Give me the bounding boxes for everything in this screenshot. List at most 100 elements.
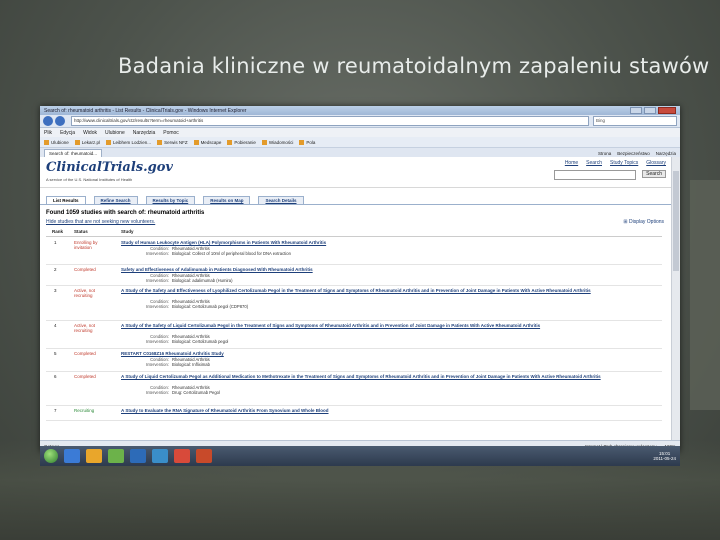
- row-study-link[interactable]: A Study of Liquid Certolizumab Pegol as …: [121, 374, 661, 379]
- favorite-item[interactable]: Wiadomości: [261, 139, 293, 145]
- intervention-label: Intervention:: [145, 339, 169, 344]
- favorite-item[interactable]: Serwis NFZ: [157, 139, 188, 145]
- col-rank: Rank: [52, 229, 64, 234]
- row-status: Active, not recruiting: [74, 288, 96, 298]
- row-study-link[interactable]: A Study of the Safety of Liquid Certoliz…: [121, 323, 661, 328]
- menu-bar: Plik Edycja Widok Ulubione Narzędzia Pom…: [40, 128, 680, 137]
- row-intervention: Intervention: Biological: Infliximab: [141, 362, 210, 367]
- row-intervention: Intervention: Biological: Certolizumab pe…: [141, 304, 248, 309]
- page-icon: [74, 139, 80, 145]
- menu-item-help[interactable]: Pomoc: [163, 130, 179, 136]
- row-intervention: Intervention: Biological: adalimumab (Hum…: [141, 278, 233, 283]
- intervention-value: Biological: Certolizumab pegol (CDP870): [172, 304, 249, 309]
- table-row: 4 Active, not recruiting A Study of the Sa…: [46, 321, 662, 349]
- favorite-item[interactable]: Pobieranie: [227, 139, 256, 145]
- intervention-label: Intervention:: [145, 304, 169, 309]
- row-status: Recruiting: [74, 408, 95, 413]
- close-button[interactable]: [658, 107, 676, 114]
- back-icon[interactable]: [43, 116, 53, 126]
- site-search-button[interactable]: Search: [642, 170, 666, 178]
- row-status: Enrolling by invitation: [74, 240, 98, 250]
- link-search[interactable]: Search: [586, 160, 602, 166]
- favorite-label: Leibhem Lodzien...: [113, 139, 152, 145]
- start-button[interactable]: [44, 449, 58, 463]
- tools-menu[interactable]: Narzędzia: [656, 151, 676, 156]
- intervention-value: Biological: adalimumab (Humira): [172, 278, 233, 283]
- site-logo[interactable]: ClinicalTrials.gov: [46, 160, 173, 175]
- favorite-item[interactable]: Lekarz.pl: [74, 139, 100, 145]
- browser-window: Search of: rheumatoid arthritis - List R…: [40, 106, 680, 452]
- intervention-value: Drug: Certolizumab Pegol: [172, 390, 220, 395]
- menu-item-edit[interactable]: Edycja: [60, 130, 75, 136]
- table-row: 5 Completed RESTART C0168Z16 Rheumatoid Ar…: [46, 349, 662, 372]
- slide-title: Badania kliniczne w reumatoidalnym zapal…: [118, 54, 710, 78]
- word-icon[interactable]: [130, 449, 146, 463]
- pdf-icon[interactable]: [174, 449, 190, 463]
- site-tagline: A service of the U.S. National Institute…: [46, 177, 133, 182]
- favorite-item[interactable]: Pola: [299, 139, 315, 145]
- star-icon: [44, 139, 49, 145]
- results-count: Found 1059 studies with search of: rheum…: [46, 210, 205, 216]
- site-search-input[interactable]: [554, 170, 636, 180]
- link-study-topics[interactable]: Study Topics: [610, 160, 638, 166]
- table-row: 7 Recruiting A Study to Evaluate the RNA S…: [46, 406, 662, 421]
- intervention-value: Biological: Infliximab: [172, 362, 210, 367]
- vertical-scrollbar[interactable]: [671, 157, 680, 440]
- page-icon: [157, 139, 163, 145]
- row-study-link[interactable]: A Study of the Safety and Effectiveness …: [121, 288, 661, 293]
- row-rank: 3: [54, 288, 57, 293]
- tab-divider: [40, 204, 672, 205]
- menu-item-tools[interactable]: Narzędzia: [133, 130, 156, 136]
- page-icon: [261, 139, 267, 145]
- minimize-button[interactable]: [630, 107, 642, 114]
- row-rank: 2: [54, 267, 57, 272]
- favorite-item[interactable]: Ulubione: [44, 139, 69, 145]
- intervention-label: Intervention:: [145, 278, 169, 283]
- row-rank: 4: [54, 323, 57, 328]
- hide-studies-link[interactable]: Hide studies that are not seeking new vo…: [46, 219, 155, 225]
- favorite-label: Ulubione: [51, 139, 69, 145]
- media-icon[interactable]: [108, 449, 124, 463]
- row-status: Completed: [74, 351, 96, 356]
- title-bar: Search of: rheumatoid arthritis - List R…: [40, 106, 680, 115]
- scroll-thumb[interactable]: [673, 171, 679, 271]
- clock-date: 2011-05-24: [653, 456, 676, 461]
- row-study-link[interactable]: A Study to Evaluate the RNA Signature of…: [121, 408, 661, 413]
- table-row: 2 Completed Safety and Effectiveness of Ad…: [46, 265, 662, 286]
- row-rank: 1: [54, 240, 57, 245]
- results-list: 1 Enrolling by invitation Study of Human L…: [46, 238, 662, 421]
- row-intervention: Intervention: Drug: Certolizumab Pegol: [141, 390, 220, 395]
- row-study-link[interactable]: Safety and Effectiveness of Adalimumab i…: [121, 267, 661, 272]
- maximize-button[interactable]: [644, 107, 656, 114]
- row-intervention: Intervention: Biological: Certolizumab pe…: [141, 339, 228, 344]
- page-content: ClinicalTrials.gov A service of the U.S.…: [40, 157, 672, 440]
- ie-icon[interactable]: [64, 449, 80, 463]
- menu-item-file[interactable]: Plik: [44, 130, 52, 136]
- link-home[interactable]: Home: [565, 160, 578, 166]
- menu-item-view[interactable]: Widok: [83, 130, 97, 136]
- app-icon[interactable]: [152, 449, 168, 463]
- row-rank: 5: [54, 351, 57, 356]
- display-options-link[interactable]: ⊞ Display Options: [623, 219, 664, 225]
- row-status: Active, not recruiting: [74, 323, 96, 333]
- link-glossary[interactable]: Glossary: [646, 160, 666, 166]
- page-icon: [193, 139, 199, 145]
- favorite-item[interactable]: Leibhem Lodzien...: [106, 139, 152, 145]
- table-row: 1 Enrolling by invitation Study of Human L…: [46, 238, 662, 265]
- folder-icon[interactable]: [86, 449, 102, 463]
- search-input[interactable]: Bing: [593, 116, 677, 126]
- address-input[interactable]: http://www.clinicaltrials.gov/ct2/result…: [71, 116, 589, 126]
- display-options-label: Display Options: [628, 219, 664, 225]
- clock[interactable]: 15:01 2011-05-24: [653, 451, 676, 461]
- row-study-link[interactable]: RESTART C0168Z16 Rheumatoid Arthritis St…: [121, 351, 661, 356]
- forward-icon[interactable]: [55, 116, 65, 126]
- favorite-label: Serwis NFZ: [164, 139, 188, 145]
- menu-item-favorites[interactable]: Ulubione: [105, 130, 125, 136]
- row-study-link[interactable]: Study of Human Leukocyte Antigen (HLA) P…: [121, 240, 661, 245]
- intervention-value: Biological: Collect of 10ml of periphera…: [172, 251, 291, 256]
- favorite-item[interactable]: Medscape: [193, 139, 221, 145]
- safety-menu[interactable]: Bezpieczeństwo: [617, 151, 650, 156]
- page-menu[interactable]: Strona: [598, 151, 611, 156]
- powerpoint-icon[interactable]: [196, 449, 212, 463]
- taskbar: 15:01 2011-05-24: [40, 446, 680, 466]
